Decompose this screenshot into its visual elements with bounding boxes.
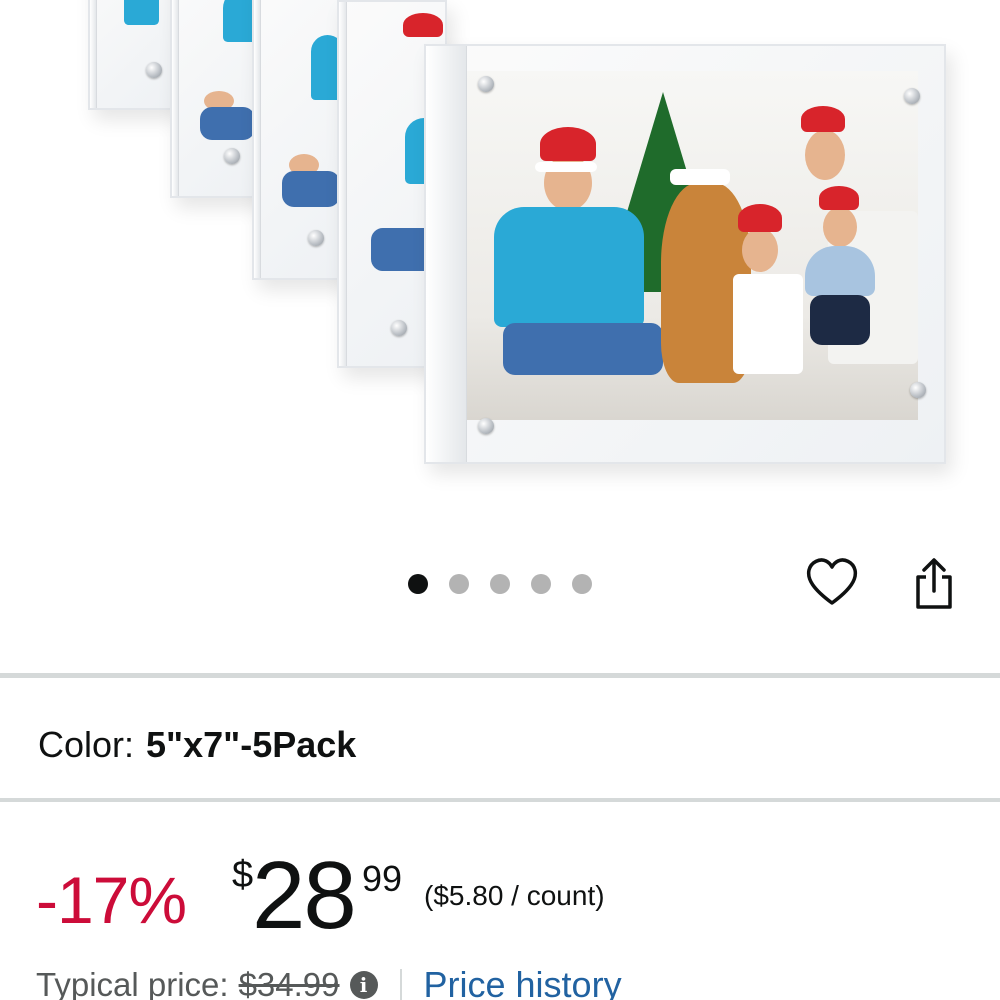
- price-whole: 28: [252, 842, 357, 949]
- info-icon[interactable]: i: [349, 971, 378, 999]
- variation-label: Color:: [38, 724, 135, 765]
- frame-back-3: [252, 0, 348, 280]
- share-button[interactable]: [904, 554, 964, 614]
- variation-row[interactable]: Color: 5"x7"-5Pack: [38, 720, 356, 770]
- carousel-dot-2[interactable]: [449, 574, 469, 594]
- typical-price-value: $34.99: [238, 966, 340, 1000]
- frame-back-1: [88, 0, 178, 110]
- typical-price-label: Typical price:: [36, 966, 229, 1000]
- carousel-dot-3[interactable]: [490, 574, 510, 594]
- price-history-link[interactable]: Price history: [424, 964, 622, 1000]
- favorite-button[interactable]: [802, 552, 862, 612]
- price-currency-symbol: $: [232, 854, 254, 896]
- section-divider: [0, 798, 1000, 802]
- unit-price: ($5.80 / count): [424, 880, 605, 911]
- product-image[interactable]: [0, 0, 1000, 540]
- price-fraction: 99: [362, 858, 403, 899]
- family-photo: [467, 70, 919, 421]
- share-icon: [916, 558, 952, 609]
- section-divider: [0, 673, 1000, 678]
- product-detail-page: Color: 5"x7"-5Pack -17% $ 28 99 ($5.80 / …: [0, 0, 1000, 1000]
- typical-price-row: Typical price: $34.99 i Price history: [36, 962, 622, 1000]
- separator: [399, 969, 402, 1000]
- carousel-dot-5[interactable]: [572, 574, 592, 594]
- carousel-dot-1[interactable]: [408, 574, 428, 594]
- frame-front: [424, 44, 946, 464]
- carousel-dot-4[interactable]: [531, 574, 551, 594]
- heart-outline-icon: [806, 558, 858, 605]
- variation-value: 5"x7"-5Pack: [146, 724, 357, 765]
- image-carousel-dots[interactable]: [408, 574, 592, 594]
- discount-percentage: -17%: [36, 863, 187, 937]
